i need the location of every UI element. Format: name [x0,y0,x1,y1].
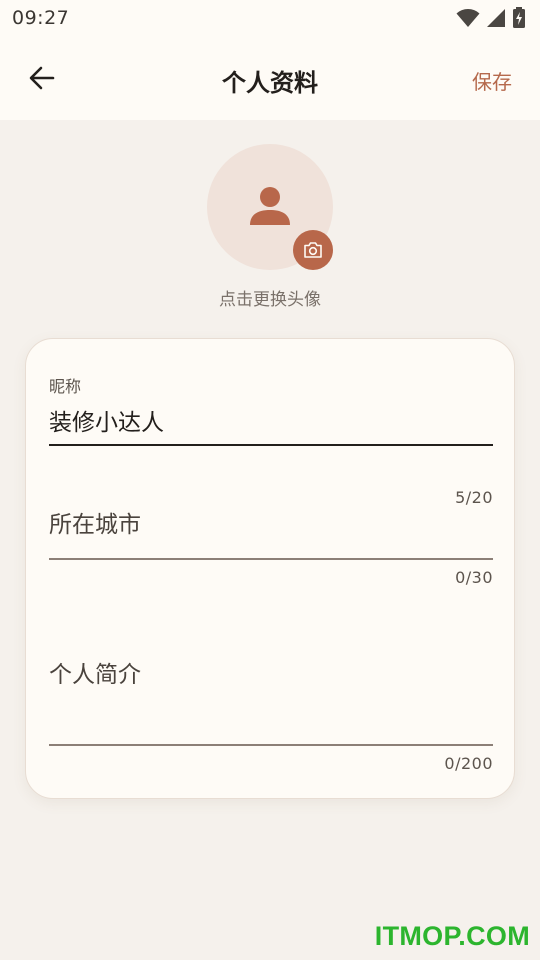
nickname-label: 昵称 [49,377,82,396]
status-icons [456,7,526,29]
status-time: 09:27 [12,7,70,29]
save-button[interactable]: 保存 [472,66,512,95]
page-title: 个人资料 [222,69,318,97]
avatar-picker[interactable] [207,144,333,270]
wifi-icon [456,9,480,27]
cellular-signal-icon [487,9,505,27]
status-bar: 09:27 [0,0,540,36]
battery-charging-icon [513,7,525,28]
city-input[interactable]: 所在城市 [49,505,493,539]
bio-underline [49,744,493,746]
avatar-hint: 点击更换头像 [219,290,321,310]
camera-icon [304,242,322,258]
nickname-underline [49,444,493,446]
person-icon [250,187,290,225]
app-bar: 个人资料 保存 [0,36,540,120]
change-avatar-button[interactable] [293,230,333,270]
watermark: ITMOP.COM [374,921,530,951]
bio-field[interactable]: 个人简介 0/200 [49,655,493,795]
bio-input[interactable]: 个人简介 [49,655,493,689]
profile-form-card: 昵称 装修小达人 5/20 所在城市 0/30 个人简介 0/200 [25,338,515,799]
city-underline [49,558,493,560]
city-counter: 0/30 [455,568,493,587]
city-field[interactable]: 所在城市 0/30 [49,505,493,625]
nickname-field[interactable]: 昵称 装修小达人 5/20 [49,373,493,513]
nickname-input[interactable]: 装修小达人 [49,403,493,437]
bio-counter: 0/200 [444,754,493,773]
